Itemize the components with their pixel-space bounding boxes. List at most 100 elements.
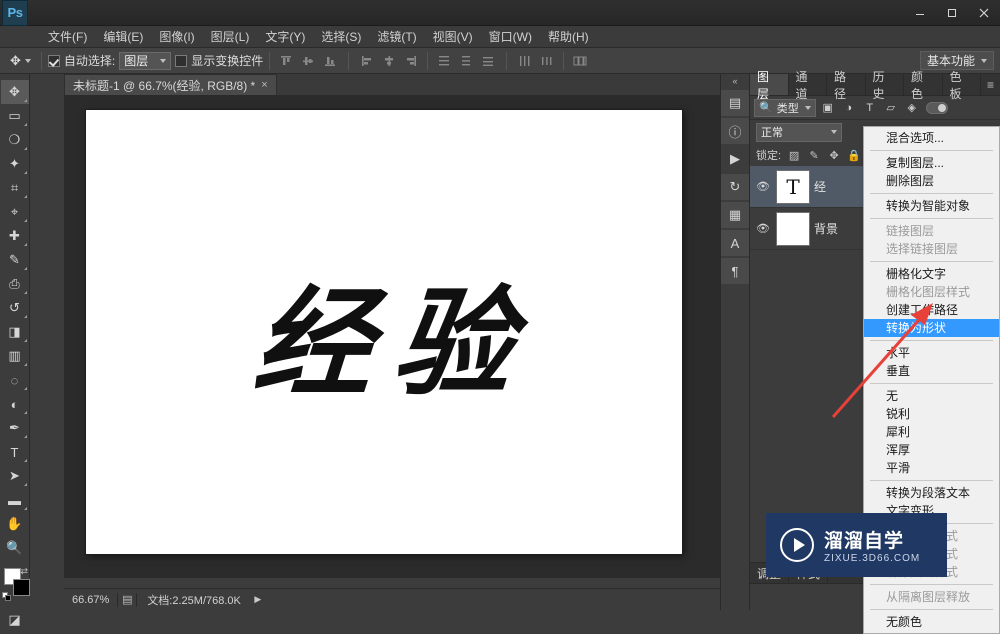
color-swatches[interactable]: ⇄	[0, 566, 30, 602]
tool-gradient[interactable]: ▥	[1, 344, 29, 368]
menu-item-delete-layer[interactable]: 删除图层	[864, 172, 999, 190]
filter-type-icon[interactable]: T	[861, 99, 879, 117]
menu-edit[interactable]: 编辑(E)	[95, 27, 151, 47]
menu-view[interactable]: 视图(V)	[425, 27, 481, 47]
tool-dodge[interactable]: ◐	[1, 392, 29, 416]
menu-layer[interactable]: 图层(L)	[203, 27, 258, 47]
align-horizontal-centers-button[interactable]	[379, 51, 399, 71]
tool-blur[interactable]: ◌	[1, 368, 29, 392]
tool-preset-picker[interactable]: ✥	[6, 50, 35, 72]
align-top-edges-button[interactable]	[276, 51, 296, 71]
background-color-swatch[interactable]	[13, 579, 30, 596]
layer-name[interactable]: 经	[814, 178, 826, 195]
distribute-top-edges-button[interactable]	[434, 51, 454, 71]
close-button[interactable]	[968, 0, 1000, 26]
tab-color[interactable]: 颜色	[904, 70, 943, 101]
blend-mode-select[interactable]: 正常	[756, 122, 842, 142]
align-vertical-centers-button[interactable]	[298, 51, 318, 71]
canvas-area[interactable]: 经验	[64, 96, 720, 578]
lock-image-pixels-icon[interactable]: ✎	[807, 148, 821, 162]
auto-select-checkbox[interactable]	[47, 54, 60, 67]
tool-type[interactable]: T	[1, 440, 29, 464]
color-panel-icon[interactable]: ▤	[721, 90, 749, 116]
filter-shape-icon[interactable]: ▱	[882, 99, 900, 117]
tool-path-selection[interactable]: ➤	[1, 464, 29, 488]
character-panel-icon[interactable]: A	[721, 230, 749, 256]
tool-eraser[interactable]: ◨	[1, 320, 29, 344]
zoom-level[interactable]: 66.67%	[64, 594, 117, 606]
menu-item-blending-options[interactable]: 混合选项...	[864, 129, 999, 147]
tool-eyedropper[interactable]: ⌖	[1, 200, 29, 224]
filter-pixel-icon[interactable]: ▣	[819, 99, 837, 117]
menu-item-no-color[interactable]: 无颜色	[864, 613, 999, 631]
filter-smart-icon[interactable]: ◈	[903, 99, 921, 117]
tool-move[interactable]: ✥	[0, 80, 29, 104]
status-menu-arrow-icon[interactable]: ▶	[251, 594, 265, 605]
tab-layers[interactable]: 图层	[750, 70, 789, 101]
properties-panel-icon[interactable]: ▦	[721, 202, 749, 228]
menu-window[interactable]: 窗口(W)	[481, 27, 540, 47]
tool-spot-healing[interactable]: ✚	[1, 224, 29, 248]
show-transform-controls-checkbox[interactable]	[175, 54, 188, 67]
layer-name[interactable]: 背景	[814, 220, 838, 237]
lock-transparent-pixels-icon[interactable]: ▨	[787, 148, 801, 162]
maximize-button[interactable]	[936, 0, 968, 26]
layer-visibility-icon[interactable]: 👁	[754, 222, 772, 235]
menu-item-vertical[interactable]: 垂直	[864, 362, 999, 380]
menu-image[interactable]: 图像(I)	[151, 27, 202, 47]
distribute-horizontal-centers-button[interactable]	[537, 51, 557, 71]
tab-paths[interactable]: 路径	[827, 70, 866, 101]
menu-type[interactable]: 文字(Y)	[257, 27, 313, 47]
tab-channels[interactable]: 通道	[789, 70, 827, 101]
menu-file[interactable]: 文件(F)	[40, 27, 95, 47]
menu-help[interactable]: 帮助(H)	[540, 27, 597, 47]
expand-dock-icon[interactable]: ▶	[721, 146, 749, 172]
tool-zoom[interactable]: 🔍	[1, 536, 29, 560]
menu-item-antialias-strong[interactable]: 浑厚	[864, 441, 999, 459]
layer-visibility-icon[interactable]: 👁	[754, 180, 772, 193]
auto-select-target-select[interactable]: 图层	[119, 51, 172, 70]
distribute-left-edges-button[interactable]	[515, 51, 535, 71]
filter-adjustment-icon[interactable]: ◑	[840, 99, 858, 117]
auto-align-layers-button[interactable]	[570, 51, 590, 71]
menu-item-convert-to-smart-object[interactable]: 转换为智能对象	[864, 197, 999, 215]
lock-position-icon[interactable]: ✥	[827, 148, 841, 162]
swap-colors-icon[interactable]: ⇄	[20, 566, 28, 577]
tool-hand[interactable]: ✋	[1, 512, 29, 536]
menu-item-create-work-path[interactable]: 创建工作路径	[864, 301, 999, 319]
menu-filter[interactable]: 滤镜(T)	[369, 27, 424, 47]
document-tab[interactable]: 未标题-1 @ 66.7%(经验, RGB/8) * ×	[64, 74, 277, 95]
tool-history-brush[interactable]: ↺	[1, 296, 29, 320]
tool-quick-select[interactable]: ✦	[1, 152, 29, 176]
tool-clone-stamp[interactable]: ⎙	[1, 272, 29, 296]
tool-rectangle[interactable]: ▬	[1, 488, 29, 512]
menu-item-antialias-sharp[interactable]: 锐利	[864, 405, 999, 423]
filter-kind-select[interactable]: 🔍 类型	[754, 98, 816, 117]
tool-lasso[interactable]: ❍	[1, 128, 29, 152]
menu-item-antialias-smooth[interactable]: 平滑	[864, 459, 999, 477]
menu-item-rasterize-type[interactable]: 栅格化文字	[864, 265, 999, 283]
collapse-panels-button[interactable]: «	[721, 74, 749, 88]
info-panel-icon[interactable]: ⓘ	[721, 118, 749, 144]
layer-thumbnail[interactable]	[776, 211, 810, 246]
menu-item-convert-to-shape[interactable]: 转换为形状	[864, 319, 999, 337]
paragraph-panel-icon[interactable]: ¶	[721, 258, 749, 284]
menu-select[interactable]: 选择(S)	[313, 27, 369, 47]
minimize-button[interactable]	[904, 0, 936, 26]
menu-item-horizontal[interactable]: 水平	[864, 344, 999, 362]
tab-history[interactable]: 历史	[866, 70, 904, 101]
layer-thumbnail[interactable]: T	[776, 169, 810, 204]
distribute-bottom-edges-button[interactable]	[478, 51, 498, 71]
tool-marquee[interactable]: ▭	[1, 104, 29, 128]
filter-enable-toggle[interactable]	[925, 101, 948, 114]
panel-menu-icon[interactable]: ≡	[981, 74, 1000, 95]
tab-swatches[interactable]: 色板	[943, 70, 981, 101]
tool-brush[interactable]: ✎	[1, 248, 29, 272]
tool-crop[interactable]: ⌗	[1, 176, 29, 200]
distribute-vertical-centers-button[interactable]	[456, 51, 476, 71]
align-bottom-edges-button[interactable]	[320, 51, 340, 71]
default-colors-icon[interactable]	[2, 592, 11, 601]
close-icon[interactable]: ×	[261, 79, 267, 91]
lock-all-icon[interactable]: 🔒	[847, 148, 861, 162]
history-panel-icon[interactable]: ↻	[721, 174, 749, 200]
